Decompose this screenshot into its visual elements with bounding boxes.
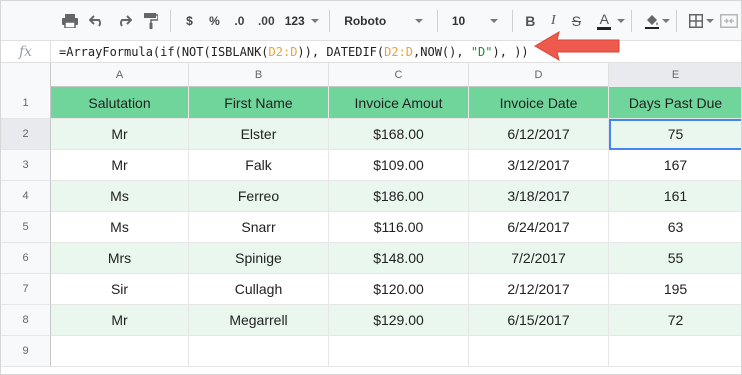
font-size-label: 10 [451,13,466,28]
borders-icon[interactable] [683,7,708,35]
header-cell[interactable]: Days Past Due [609,87,741,119]
header-cell[interactable]: First Name [189,87,329,119]
data-cell[interactable]: 72 [609,305,741,336]
data-cell[interactable]: Ferreo [189,181,329,212]
column-header-a[interactable]: A [51,63,189,87]
font-family-label: Roboto [344,13,387,28]
merge-cells-icon[interactable] [714,7,741,35]
data-cell[interactable]: Falk [189,150,329,181]
data-cell[interactable]: Spinige [189,243,329,274]
data-cell[interactable]: 2/12/2017 [469,274,609,305]
data-cell[interactable]: $168.00 [329,119,469,150]
undo-icon[interactable] [84,7,111,35]
data-cell[interactable] [189,336,329,367]
data-cell[interactable] [469,336,609,367]
font-family-dropdown[interactable]: Roboto [336,7,431,35]
chevron-down-icon [414,18,423,23]
chevron-down-icon [311,18,320,23]
row-header-4[interactable]: 4 [1,181,51,212]
callout-arrow-icon [534,30,620,62]
font-size-dropdown[interactable]: 10 [444,7,506,35]
data-cell[interactable]: Cullagh [189,274,329,305]
data-cell[interactable]: Megarrell [189,305,329,336]
column-header-d[interactable]: D [469,63,609,87]
data-cell[interactable]: Mrs [51,243,189,274]
data-cell[interactable]: 63 [609,212,741,243]
select-all-corner[interactable] [1,63,51,87]
row-header-7[interactable]: 7 [1,274,51,305]
formula-range-ref: D2:D [268,44,298,59]
data-cell[interactable]: Mr [51,305,189,336]
column-header-c[interactable]: C [329,63,469,87]
more-formats-dropdown[interactable]: 123 [281,7,324,35]
data-cell[interactable]: 6/24/2017 [469,212,609,243]
row-header-5[interactable]: 5 [1,212,51,243]
header-cell[interactable]: Invoice Date [469,87,609,119]
toolbar: $ % .0 .00 123 Roboto 10 B I S A [1,1,741,41]
data-cell[interactable]: $109.00 [329,150,469,181]
redo-icon[interactable] [110,7,137,35]
header-cell[interactable]: Invoice Amout [329,87,469,119]
data-cell[interactable]: 6/12/2017 [469,119,609,150]
data-cell[interactable]: 3/18/2017 [469,181,609,212]
row-header-9[interactable]: 9 [1,336,51,367]
formula-input[interactable]: =ArrayFormula(if(NOT(ISBLANK(D2:D)), DAT… [51,45,529,59]
data-cell[interactable]: Mr [51,119,189,150]
column-header-e[interactable]: E [609,63,741,87]
data-cell[interactable]: Mr [51,150,189,181]
formula-bar: fx =ArrayFormula(if(NOT(ISBLANK(D2:D)), … [1,40,741,63]
increase-decimal-button[interactable]: .00 [252,7,281,35]
data-cell[interactable]: 195 [609,274,741,305]
header-cell[interactable]: Salutation [51,87,189,119]
fx-icon: fx [1,40,51,63]
data-cell[interactable]: 7/2/2017 [469,243,609,274]
data-cell[interactable]: 167 [609,150,741,181]
data-cell[interactable]: Elster [189,119,329,150]
chevron-down-icon[interactable] [662,18,671,23]
currency-format-button[interactable]: $ [177,7,202,35]
percent-format-button[interactable]: % [202,7,227,35]
data-cell[interactable]: $148.00 [329,243,469,274]
row-header-3[interactable]: 3 [1,150,51,181]
spreadsheet-window: $ % .0 .00 123 Roboto 10 B I S A fx =Arr… [0,0,742,375]
formula-part: ,NOW(), [413,44,471,59]
formula-part: ), )) [492,44,529,59]
row-header-8[interactable]: 8 [1,305,51,336]
data-cell[interactable]: 55 [609,243,741,274]
row-header-1[interactable]: 1 [1,87,51,119]
chevron-down-icon [489,18,498,23]
chevron-down-icon[interactable] [706,18,715,23]
data-cell[interactable] [51,336,189,367]
data-cell[interactable]: $186.00 [329,181,469,212]
data-cell[interactable]: $129.00 [329,305,469,336]
data-cell[interactable]: Sir [51,274,189,305]
decrease-decimal-button[interactable]: .0 [227,7,252,35]
text-color-label: A [599,10,609,27]
formula-string-literal: "D" [470,44,493,59]
more-formats-label: 123 [284,13,305,28]
data-cell[interactable]: Snarr [189,212,329,243]
data-cell[interactable]: $116.00 [329,212,469,243]
data-cell[interactable] [609,336,741,367]
chevron-down-icon[interactable] [616,18,625,23]
formula-range-ref: D2:D [384,44,414,59]
row-header-2[interactable]: 2 [1,119,51,150]
paint-format-icon[interactable] [137,7,164,35]
formula-part: )), DATEDIF( [297,44,385,59]
print-icon[interactable] [57,7,84,35]
data-cell[interactable]: 161 [609,181,741,212]
data-cell[interactable]: 6/15/2017 [469,305,609,336]
data-cell[interactable]: $120.00 [329,274,469,305]
row-header-6[interactable]: 6 [1,243,51,274]
data-cell[interactable] [329,336,469,367]
formula-part: =ArrayFormula(if(NOT(ISBLANK( [59,44,269,59]
data-cell[interactable]: Ms [51,212,189,243]
data-cell[interactable]: 3/12/2017 [469,150,609,181]
data-cell[interactable]: 75 [609,119,741,150]
data-cell[interactable]: Ms [51,181,189,212]
column-header-b[interactable]: B [189,63,329,87]
